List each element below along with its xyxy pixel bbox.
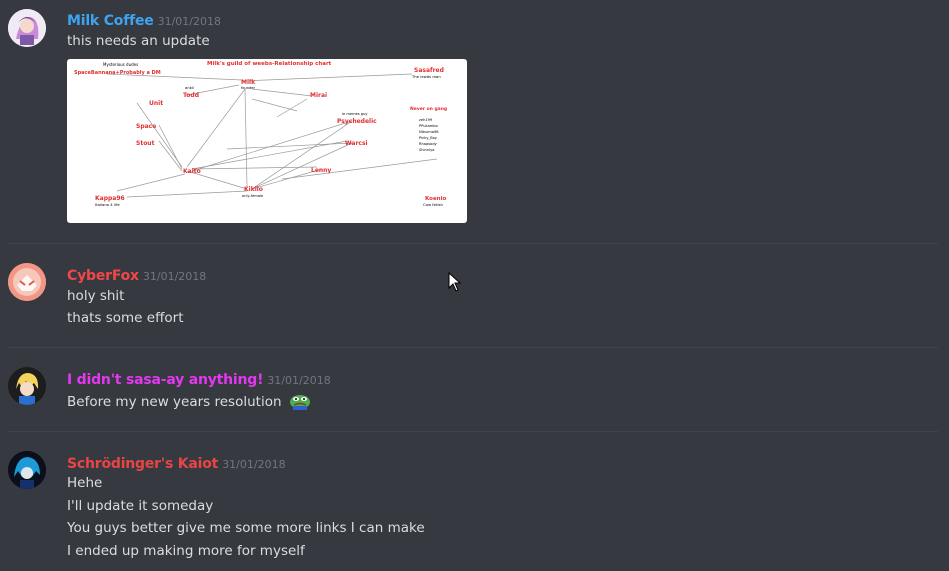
chart-node-stout: Stout (136, 140, 155, 147)
message-text: I ended up making more for myself (67, 543, 305, 559)
chart-list-item: Shinniya (419, 148, 434, 152)
mouse-cursor-icon (448, 271, 462, 296)
chart-node-mysterious-dudes: Mysterious dudes (103, 62, 138, 67)
chart-node-sasafred: Sasafred (414, 67, 444, 74)
message-text-content: Before my new years resolution (67, 394, 282, 410)
chart-node-psychedelic: Psychedelic (337, 118, 377, 125)
chart-node-lenny: Lenny (311, 167, 331, 174)
avatar[interactable] (8, 9, 46, 47)
chart-node-milk: Milk (241, 79, 256, 86)
chart-list-item: zeh199 (419, 118, 433, 122)
message-text: I'll update it someday (67, 498, 214, 514)
anime-boy-avatar-icon (8, 367, 46, 405)
chart-node-milk-sub: founder (241, 86, 256, 90)
author-name[interactable]: CyberFox (67, 268, 139, 284)
message-group-milk-coffee: Milk Coffee 31/01/2018 this needs an upda… (0, 0, 949, 240)
chart-node-psychedelic-pre: le memes guy (342, 112, 368, 116)
message-divider (8, 243, 938, 244)
author-name[interactable]: I didn't sasa-ay anything! (67, 372, 264, 388)
chart-node-kappa96-sub: Italiano 4 life (95, 202, 120, 207)
chart-list-item: Rhapsody (419, 142, 438, 146)
timestamp: 31/01/2018 (222, 458, 286, 471)
chart-node-kikilo-sub: only-female (242, 194, 264, 198)
author-name[interactable]: Milk Coffee (67, 13, 154, 29)
chart-node-kappa96: Kappa96 (95, 195, 125, 202)
chart-node-spacebannana: SpaceBannana+Probably a DM (74, 70, 161, 76)
message-text: Before my new years resolution (67, 392, 311, 414)
chart-node-space: Space (136, 123, 156, 130)
avatar[interactable] (8, 263, 46, 301)
chart-node-todd-pre: ankii (185, 85, 194, 90)
message-text: You guys better give me some more links … (67, 520, 425, 536)
message-divider (8, 347, 938, 348)
chart-list-item: Pinky_Boy (419, 136, 438, 140)
chart-list-item: PPukambo (419, 124, 438, 128)
author-name[interactable]: Schrödinger's Kaiot (67, 456, 218, 472)
anime-avatar-icon (8, 9, 46, 47)
dark-anime-avatar-icon (8, 451, 46, 489)
chart-node-warcsi: Warcsi (345, 140, 368, 147)
timestamp: 31/01/2018 (267, 374, 331, 387)
chart-list-item: Nitsuma98 (419, 130, 439, 134)
fox-avatar-icon (8, 263, 46, 301)
relationship-chart-image: Milk's guild of weebs-Relationship chart… (74, 61, 447, 207)
message-text: holy shit (67, 288, 125, 304)
timestamp: 31/01/2018 (142, 270, 207, 283)
chart-node-todd: Todd (183, 92, 199, 99)
chart-node-kikilo: Kikilo (244, 186, 263, 193)
chart-node-never-on: Never on gang (410, 106, 447, 112)
message-group-sasa: I didn't sasa-ay anything! 31/01/2018 Bef… (0, 359, 949, 429)
timestamp: 31/01/2018 (157, 15, 221, 28)
pepe-emoji-icon[interactable] (289, 392, 311, 414)
chart-node-unit: Unit (149, 100, 163, 107)
message-group-kaiot: Schrödinger's Kaiot 31/01/2018 Hehe I'll … (0, 443, 949, 571)
image-attachment[interactable]: Milk's guild of weebs-Relationship chart… (67, 59, 467, 223)
message-text: thats some effort (67, 310, 184, 326)
chart-node-sasafred-sub: The lewds man (411, 74, 441, 79)
avatar[interactable] (8, 367, 46, 405)
chart-title: Milk's guild of weebs-Relationship chart (207, 61, 332, 67)
avatar[interactable] (8, 451, 46, 489)
message-group-cyberfox: CyberFox 31/01/2018 holy shit thats some … (0, 255, 949, 345)
chart-node-kaito: Kaito (183, 168, 201, 175)
chart-node-koenio-sub: Cow fetish (423, 202, 443, 207)
message-divider (8, 431, 938, 432)
message-text: this needs an update (67, 33, 210, 49)
message-text: Hehe (67, 475, 103, 491)
chart-node-mirai: Mirai (310, 92, 327, 99)
